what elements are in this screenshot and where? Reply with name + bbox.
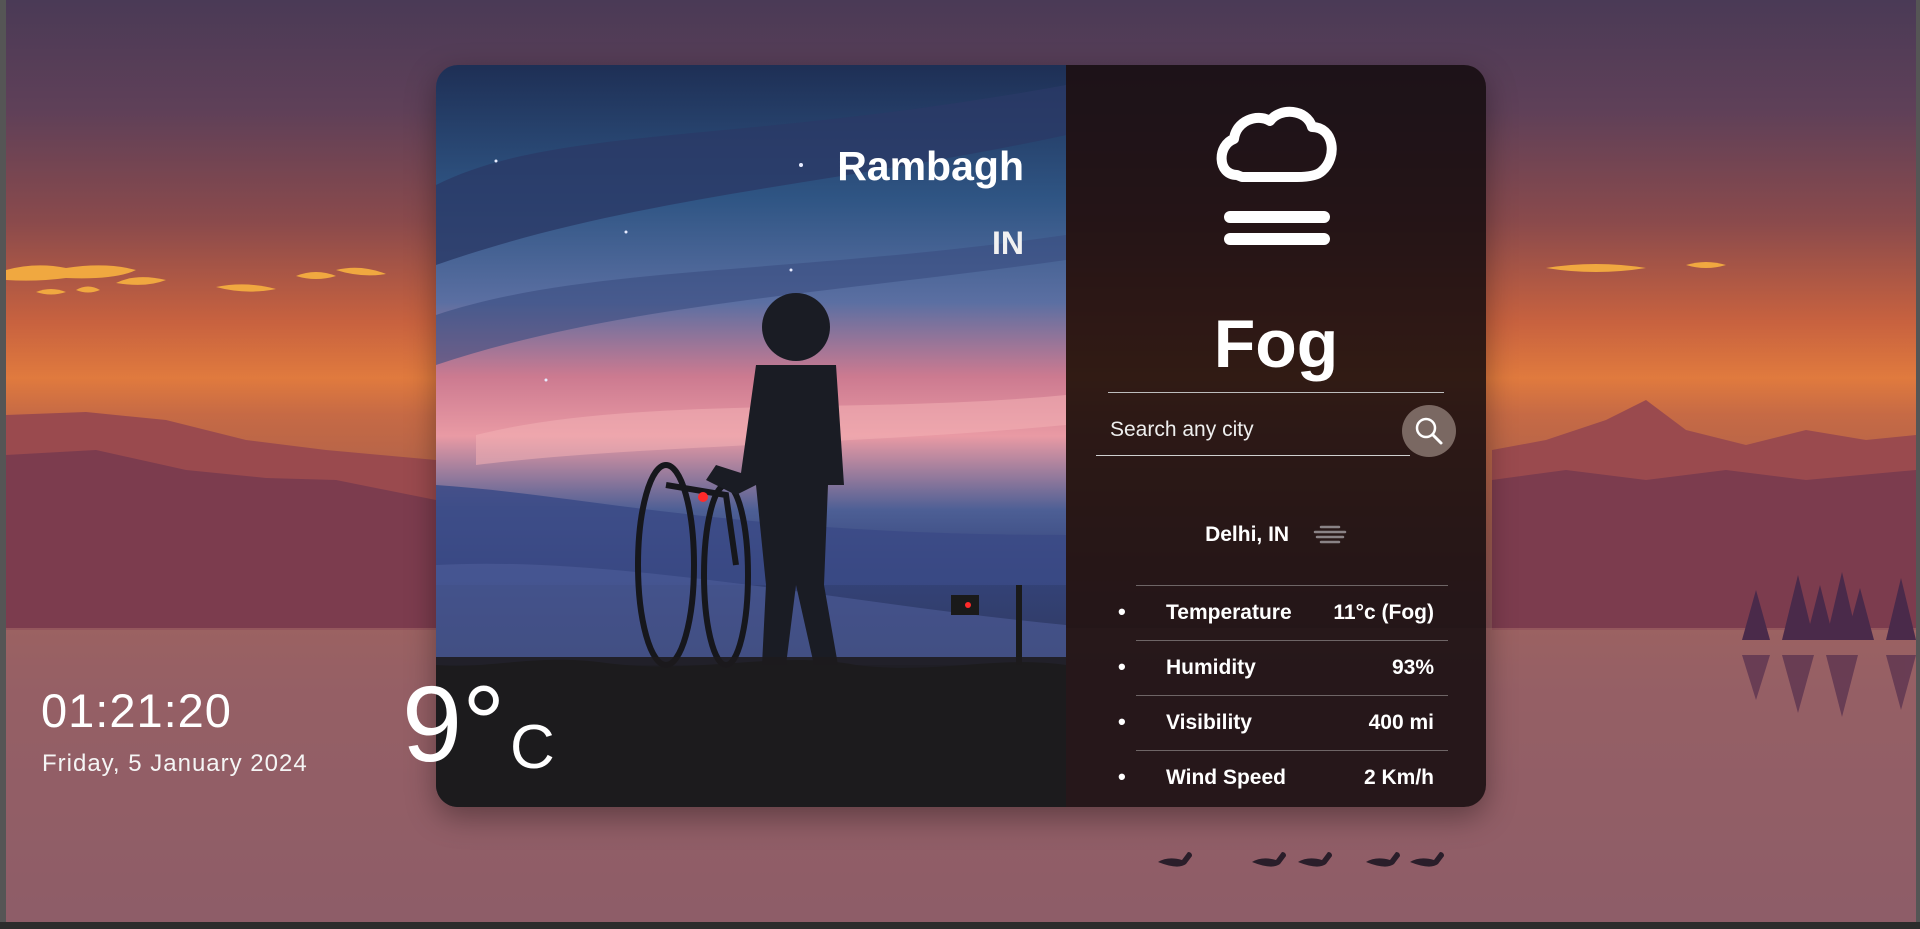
- detail-value: 2 Km/h: [1363, 765, 1434, 789]
- detail-value: 11°c (Fog): [1333, 600, 1434, 624]
- search-input[interactable]: [1096, 405, 1410, 456]
- search-icon: [1415, 417, 1443, 445]
- search-bar: [1096, 405, 1456, 463]
- window-border-left: [0, 0, 6, 929]
- detail-label: Wind Speed: [1166, 765, 1286, 789]
- city-name: Rambagh: [837, 143, 1024, 189]
- weather-card: Rambagh IN Fog Delhi, IN: [436, 65, 1486, 807]
- weather-condition: Fog: [1213, 306, 1339, 382]
- detail-label: Visibility: [1166, 710, 1252, 734]
- fog-icon: [1313, 526, 1347, 544]
- detail-value: 400 mi: [1368, 710, 1434, 734]
- list-item: Temperature 11°c (Fog): [1118, 585, 1448, 639]
- window-border-bottom: [0, 922, 1920, 929]
- fog-icon: [1216, 107, 1337, 245]
- list-item: Visibility 400 mi: [1118, 695, 1448, 749]
- weather-details-list: Temperature 11°c (Fog) Humidity 93% Visi…: [1118, 585, 1448, 805]
- current-date: Friday, 5 January 2024: [42, 750, 308, 777]
- weather-info-panel: Fog Delhi, IN: [1066, 65, 1486, 807]
- search-result-location: Delhi, IN: [1066, 523, 1486, 547]
- illustration-panel: Rambagh IN: [436, 65, 1066, 807]
- detail-label: Humidity: [1166, 655, 1256, 679]
- temperature-value: 9°: [402, 663, 506, 784]
- list-item: Wind Speed 2 Km/h: [1118, 750, 1448, 804]
- result-location-label: Delhi, IN: [1205, 523, 1290, 547]
- current-time: 01:21:20: [41, 684, 232, 737]
- country-code: IN: [992, 225, 1024, 261]
- window-border-right: [1916, 0, 1920, 929]
- current-temperature: 9°: [402, 670, 505, 778]
- search-button[interactable]: [1402, 405, 1456, 457]
- list-item: Humidity 93%: [1118, 640, 1448, 694]
- temperature-unit: C: [510, 713, 555, 782]
- detail-label: Temperature: [1166, 600, 1292, 624]
- detail-value: 93%: [1391, 655, 1434, 679]
- divider: [1108, 392, 1444, 393]
